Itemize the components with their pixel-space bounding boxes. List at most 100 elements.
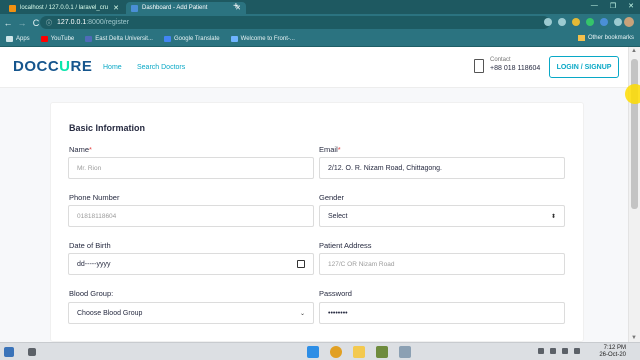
- clock-date: 26-Oct-20: [599, 352, 626, 358]
- basic-information-card: Basic Information Name* Mr. Rion Email* …: [50, 102, 584, 342]
- name-label: Name*: [69, 145, 92, 154]
- task-view-icon[interactable]: [28, 348, 36, 356]
- youtube-icon: [40, 36, 48, 42]
- tab-title: Dashboard - Add Patient: [142, 5, 208, 11]
- bookmark-edu[interactable]: East Delta Universit...: [85, 36, 153, 42]
- windows-start-icon[interactable]: [4, 347, 14, 357]
- blood-group-label: Blood Group:: [69, 289, 114, 298]
- logo-text-accent: U: [59, 58, 71, 75]
- calendar-icon[interactable]: [297, 260, 305, 268]
- address-label: Patient Address: [319, 241, 372, 250]
- password-value: ••••••••: [328, 309, 348, 317]
- contact-number: +88 018 118604: [490, 65, 541, 72]
- required-mark: *: [89, 145, 92, 154]
- dob-label: Date of Birth: [69, 241, 111, 250]
- app-icon[interactable]: [376, 346, 388, 358]
- tab-phpmyadmin[interactable]: localhost / 127.0.0.1 / laravel_cru ✕: [4, 2, 124, 14]
- other-bookmarks[interactable]: Other bookmarks: [577, 35, 634, 41]
- phone-input[interactable]: 01818118604: [68, 205, 314, 227]
- address-placeholder: 127/C OR Nizam Road: [328, 260, 395, 268]
- name-placeholder: Mr. Rion: [77, 164, 102, 172]
- system-tray: [538, 348, 580, 354]
- gender-value: Select: [328, 212, 348, 220]
- scroll-up-arrow-icon[interactable]: ▲: [631, 48, 637, 54]
- link-icon: [230, 36, 238, 42]
- url-host: 127.0.0.1: [57, 19, 87, 26]
- nav-search-doctors[interactable]: Search Doctors: [137, 64, 185, 71]
- bookmark-label: Welcome to Front-...: [240, 36, 295, 42]
- dob-input[interactable]: dd-----yyyy: [68, 253, 314, 275]
- email-value: 2/12. O. R. Nizam Road, Chittagong.: [328, 164, 442, 172]
- scrollbar-thumb[interactable]: [631, 59, 638, 209]
- bookmark-label: East Delta Universit...: [95, 36, 153, 42]
- tab-add-patient[interactable]: Dashboard - Add Patient ✕: [126, 2, 246, 14]
- forward-button[interactable]: →: [16, 18, 28, 28]
- bookmark-label: Google Translate: [173, 36, 220, 42]
- logo-text: RE: [70, 58, 93, 75]
- bookmark-youtube[interactable]: YouTube: [40, 36, 74, 42]
- bookmarks-bar: Apps YouTube East Delta Universit... Goo…: [0, 32, 640, 47]
- file-explorer-icon[interactable]: [353, 346, 365, 358]
- browser-tab-strip: localhost / 127.0.0.1 / laravel_cru ✕ Da…: [0, 0, 640, 14]
- email-input[interactable]: 2/12. O. R. Nizam Road, Chittagong.: [319, 157, 565, 179]
- dob-value: dd-----yyyy: [77, 260, 111, 268]
- info-icon[interactable]: ⓘ: [46, 18, 52, 27]
- bookmark-frontend[interactable]: Welcome to Front-...: [230, 36, 295, 42]
- close-window-button[interactable]: ✕: [628, 2, 634, 10]
- tab-title: localhost / 127.0.0.1 / laravel_cru: [20, 5, 109, 11]
- address-bar[interactable]: ⓘ 127.0.0.1 :8000/register: [40, 16, 550, 29]
- translate-icon: [163, 36, 171, 42]
- label-text: Name: [69, 145, 90, 154]
- password-input[interactable]: ••••••••: [319, 302, 565, 324]
- maximize-button[interactable]: ❐: [610, 2, 616, 10]
- cursor-highlight: [625, 84, 640, 104]
- address-input[interactable]: 127/C OR Nizam Road: [319, 253, 565, 275]
- phone-placeholder: 01818118604: [77, 212, 117, 220]
- scroll-down-arrow-icon[interactable]: ▼: [631, 335, 637, 341]
- extension-icon[interactable]: [600, 18, 608, 26]
- close-icon[interactable]: ✕: [113, 4, 119, 12]
- puzzle-icon[interactable]: [614, 18, 622, 26]
- url-path: :8000/register: [86, 19, 130, 26]
- battery-icon[interactable]: [574, 348, 580, 354]
- extension-icon[interactable]: [586, 18, 594, 26]
- chevron-up-icon[interactable]: [538, 348, 544, 354]
- login-signup-button[interactable]: LOGIN / SIGNUP: [549, 56, 619, 78]
- star-icon[interactable]: [558, 18, 566, 26]
- blood-group-select[interactable]: Choose Blood Group ⌄: [68, 302, 314, 324]
- chrome-icon[interactable]: [330, 346, 342, 358]
- chevron-down-icon: ⌄: [299, 310, 305, 317]
- extension-icons: [544, 18, 622, 26]
- bookmark-translate[interactable]: Google Translate: [163, 36, 220, 42]
- password-label: Password: [319, 289, 352, 298]
- site-header: DOCCURE Home Search Doctors Contact +88 …: [0, 47, 628, 88]
- section-title: Basic Information: [69, 123, 146, 133]
- volume-icon[interactable]: [562, 348, 568, 354]
- search-icon[interactable]: [544, 18, 552, 26]
- header-contact: Contact +88 018 118604: [474, 57, 540, 73]
- vscode-icon[interactable]: [307, 346, 319, 358]
- email-label: Email*: [319, 145, 341, 154]
- sort-caret-icon: ⬍: [550, 213, 556, 220]
- required-mark: *: [337, 145, 341, 154]
- doccure-logo[interactable]: DOCCURE: [13, 58, 92, 75]
- folder-icon: [577, 35, 585, 41]
- app-icon[interactable]: [399, 346, 411, 358]
- gender-select[interactable]: Select ⬍: [319, 205, 565, 227]
- blood-group-value: Choose Blood Group: [77, 309, 143, 317]
- profile-avatar[interactable]: [624, 17, 634, 27]
- network-icon[interactable]: [550, 348, 556, 354]
- windows-taskbar: 7:12 PM 26-Oct-20: [0, 342, 640, 360]
- back-button[interactable]: ←: [2, 18, 14, 28]
- label-text: Email: [319, 145, 338, 154]
- extension-icon[interactable]: [572, 18, 580, 26]
- name-input[interactable]: Mr. Rion: [68, 157, 314, 179]
- logo-text: DOCC: [13, 58, 60, 75]
- minimize-button[interactable]: —: [591, 2, 598, 10]
- nav-home[interactable]: Home: [103, 64, 122, 71]
- bookmark-apps[interactable]: Apps: [6, 36, 30, 42]
- new-tab-button[interactable]: +: [233, 2, 239, 12]
- phpmyadmin-icon: [9, 4, 16, 12]
- hospital-icon: [474, 59, 484, 73]
- clock[interactable]: 7:12 PM 26-Oct-20: [599, 345, 626, 359]
